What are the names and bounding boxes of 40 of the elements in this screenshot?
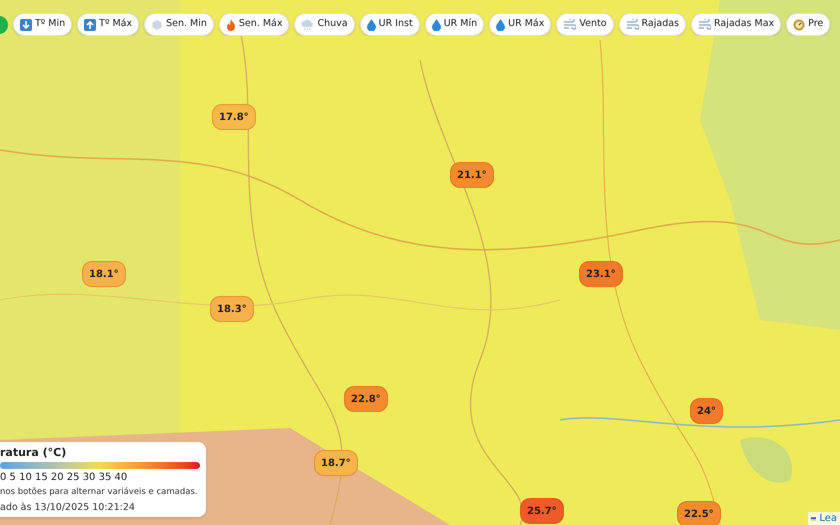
temperature-marker[interactable]: 22.5°: [677, 501, 721, 525]
up-arrow-icon: [84, 18, 96, 30]
layer-button[interactable]: UR Máx: [489, 13, 552, 36]
layer-button[interactable]: Tº Min: [13, 13, 72, 36]
temperature-marker[interactable]: 23.1°: [579, 261, 623, 287]
layer-button[interactable]: Sen. Min: [144, 13, 214, 36]
layer-button[interactable]: UR Inst: [360, 13, 420, 36]
flame-icon: [226, 18, 236, 30]
layer-button[interactable]: Tº Máx: [77, 13, 140, 36]
gauge-icon: [793, 18, 806, 30]
scale-labels: 0 5 10 15 20 25 30 35 40: [0, 471, 128, 484]
drop-icon: [366, 18, 376, 30]
legend-title: ratura (°C): [0, 446, 68, 460]
layer-button[interactable]: Rajadas: [618, 13, 686, 36]
update-time: ado às 13/10/2025 10:21:24: [0, 501, 136, 514]
ice-icon: [151, 18, 164, 30]
wind-icon: [563, 19, 576, 30]
temperature-marker[interactable]: 18.1°: [82, 261, 126, 287]
wind-icon: [626, 19, 639, 30]
wind-icon: [698, 19, 711, 30]
down-arrow-icon: [20, 18, 32, 30]
cloud-icon: [301, 19, 314, 30]
drop-icon: [432, 18, 441, 30]
layer-button[interactable]: Sen. Máx: [218, 13, 290, 36]
temperature-marker[interactable]: 18.7°: [314, 450, 358, 476]
flag-icon: [811, 516, 816, 522]
layer-button[interactable]: UR Mín: [424, 13, 484, 36]
temperature-marker[interactable]: 24°: [690, 398, 723, 424]
temperature-marker[interactable]: 22.8°: [344, 386, 388, 412]
layer-button[interactable]: Vento: [556, 13, 614, 36]
drop-icon: [496, 18, 506, 30]
layer-button[interactable]: Chuva: [294, 13, 355, 36]
temperature-marker[interactable]: 17.8°: [212, 104, 256, 130]
layer-button[interactable]: Pre: [786, 13, 830, 36]
temperature-marker[interactable]: 18.3°: [210, 296, 254, 322]
attribution-link[interactable]: Lea: [819, 514, 837, 524]
temperature-marker[interactable]: 21.1°: [450, 162, 494, 188]
temperature-marker[interactable]: 25.7°: [520, 498, 564, 524]
legend-hint: nos botões para alternar variáveis e camadas.: [0, 486, 198, 499]
layer-button[interactable]: Rajadas Max: [691, 13, 782, 36]
